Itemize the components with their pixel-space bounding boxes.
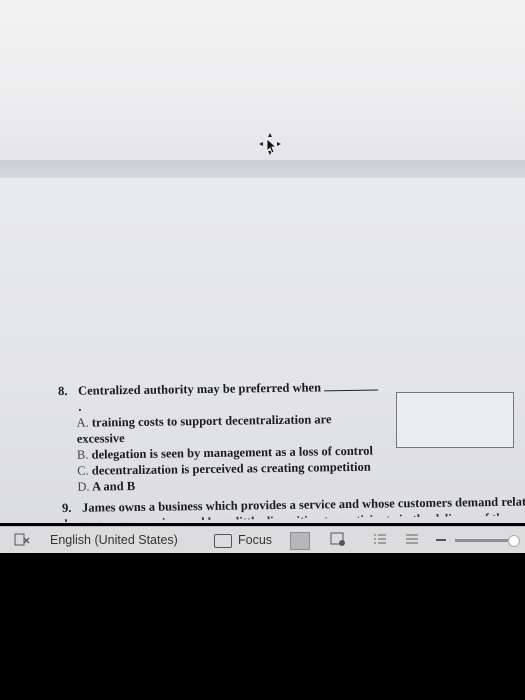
question-8-stem-end: .	[78, 399, 82, 414]
outline-view-icon[interactable]	[372, 531, 388, 547]
option-c-letter: C.	[77, 463, 89, 478]
zoom-slider[interactable]	[455, 539, 515, 542]
move-cursor-icon	[259, 133, 281, 155]
answer-blank-line	[324, 378, 379, 392]
page-break-gap	[0, 160, 525, 178]
option-d-letter: D.	[77, 479, 90, 494]
zoom-slider-handle[interactable]	[508, 535, 520, 547]
document-page-upper	[0, 0, 525, 160]
question-9-number: 9.	[62, 500, 72, 515]
answer-box-8[interactable]	[396, 392, 514, 448]
proofing-icon[interactable]	[14, 531, 32, 549]
option-c-text: decentralization is perceived as creatin…	[91, 459, 371, 478]
zoom-out-icon[interactable]	[436, 539, 446, 541]
draft-view-icon[interactable]	[404, 531, 420, 547]
question-8: 8. Centralized authority may be preferre…	[58, 378, 382, 495]
status-bar: English (United States) Focus	[0, 526, 525, 553]
option-a-text: training costs to support decentralizati…	[76, 412, 332, 446]
option-a: A. training costs to support decentraliz…	[76, 411, 380, 447]
option-b-letter: B.	[76, 447, 89, 462]
focus-button[interactable]: Focus	[238, 531, 272, 549]
option-d-text: A and B	[91, 478, 136, 494]
question-8-stem-text: Centralized authority may be preferred w…	[78, 380, 322, 398]
option-a-letter: A.	[76, 415, 89, 430]
language-indicator[interactable]: English (United States)	[50, 531, 178, 549]
focus-icon[interactable]	[214, 534, 232, 548]
question-8-stem: Centralized authority may be preferred w…	[78, 378, 380, 415]
web-layout-view-icon[interactable]	[330, 531, 346, 547]
question-8-number: 8.	[58, 383, 68, 399]
print-layout-view-icon[interactable]	[290, 532, 310, 550]
